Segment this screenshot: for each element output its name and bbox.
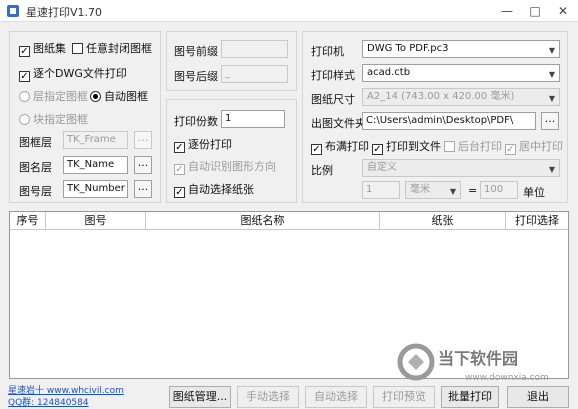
style-select[interactable]: acad.ctb ▼ — [362, 64, 560, 82]
checkbox-checked-icon: ✓ — [19, 71, 30, 82]
copies-input[interactable]: 1 — [221, 110, 285, 128]
chevron-down-icon: ▼ — [548, 165, 555, 174]
prefix-label: 图号前缀 — [174, 45, 218, 58]
number-layer-browse-button[interactable]: ... — [134, 180, 152, 198]
app-icon — [7, 5, 19, 17]
chevron-down-icon: ▼ — [548, 94, 555, 103]
background-print-checkbox[interactable]: 后台打印 — [444, 138, 502, 154]
output-folder-input[interactable]: C:\Users\admin\Desktop\PDF\ — [362, 112, 536, 130]
chevron-down-icon: ▼ — [449, 187, 456, 196]
exit-button[interactable]: 退出 — [507, 386, 569, 408]
block-frame-radio[interactable]: 块指定图框 — [19, 111, 88, 127]
scale-denominator-input[interactable]: 100 — [480, 181, 518, 199]
unit-label: 单位 — [523, 186, 545, 199]
manual-select-button[interactable]: 手动选择 — [237, 386, 299, 408]
printer-select[interactable]: DWG To PDF.pc3 ▼ — [362, 40, 560, 58]
paper-size-select[interactable]: A2_14 (743.00 x 420.00 毫米) ▼ — [362, 88, 560, 106]
checkbox-checked-icon: ✓ — [174, 187, 185, 198]
output-folder-browse-button[interactable]: ... — [541, 112, 559, 130]
name-layer-label: 图名层 — [19, 161, 52, 174]
auto-paper-checkbox[interactable]: ✓ 自动选择纸张 — [174, 181, 254, 198]
chevron-down-icon: ▼ — [548, 46, 555, 55]
sheet-set-checkbox[interactable]: ✓ 图纸集 — [19, 40, 66, 57]
window-title: 星速打印V1.70 — [26, 6, 103, 19]
column-header-paper[interactable]: 纸张 — [380, 212, 506, 230]
column-header-number[interactable]: 图号 — [46, 212, 146, 230]
scale-select[interactable]: 自定义 ▼ — [362, 159, 560, 177]
paper-size-label: 图纸尺寸 — [311, 93, 355, 106]
watermark-url: www.downxia.com — [465, 373, 549, 383]
checkbox-checked-icon: ✓ — [505, 144, 516, 155]
frame-layer-label: 图框层 — [19, 136, 52, 149]
checkbox-checked-icon: ✓ — [311, 144, 322, 155]
watermark-logo-icon — [397, 343, 435, 381]
checkbox-unchecked-icon — [72, 43, 83, 54]
column-header-index[interactable]: 序号 — [10, 212, 46, 230]
collate-checkbox[interactable]: ✓ 逐份打印 — [174, 136, 232, 153]
auto-orient-checkbox[interactable]: ✓ 自动识别图形方向 — [174, 158, 276, 175]
name-layer-browse-button[interactable]: ... — [134, 156, 152, 174]
sheet-manager-button[interactable]: 图纸管理... — [169, 386, 231, 408]
auto-frame-radio[interactable]: 自动图框 — [90, 88, 148, 104]
radio-off-icon — [19, 91, 30, 102]
watermark-brand: 当下软件园 — [438, 349, 519, 368]
prefix-input[interactable] — [221, 40, 288, 58]
title-bar: 星速打印V1.70 — □ ✕ — [0, 0, 578, 22]
maximize-button[interactable]: □ — [522, 0, 548, 22]
scale-label: 比例 — [311, 164, 333, 177]
batch-print-button[interactable]: 批量打印 — [441, 386, 499, 408]
checkbox-checked-icon: ✓ — [174, 164, 185, 175]
column-header-select[interactable]: 打印选择 — [506, 212, 568, 230]
equals-sign: = — [468, 184, 478, 197]
fit-print-checkbox[interactable]: ✓ 布满打印 — [311, 138, 369, 155]
output-folder-label: 出图文件夹 — [311, 117, 366, 130]
qq-group-link[interactable]: QQ群: 124840584 — [8, 395, 89, 408]
center-print-checkbox[interactable]: ✓ 居中打印 — [505, 138, 563, 155]
frame-layer-input[interactable]: TK_Frame — [63, 131, 128, 149]
radio-on-icon — [90, 91, 101, 102]
per-dwg-print-checkbox[interactable]: ✓ 逐个DWG文件打印 — [19, 65, 127, 82]
auto-select-button[interactable]: 自动选择 — [305, 386, 367, 408]
layer-frame-radio[interactable]: 层指定图框 — [19, 88, 88, 104]
checkbox-checked-icon: ✓ — [372, 144, 383, 155]
number-layer-label: 图号层 — [19, 185, 52, 198]
printer-label: 打印机 — [311, 45, 344, 58]
name-layer-input[interactable]: TK_Name — [63, 156, 128, 174]
minimize-button[interactable]: — — [494, 0, 520, 22]
suffix-label: 图号后缀 — [174, 70, 218, 83]
checkbox-checked-icon: ✓ — [19, 46, 30, 57]
suffix-input[interactable]: _ — [221, 65, 288, 83]
scale-numerator-input[interactable]: 1 — [362, 181, 400, 199]
number-layer-input[interactable]: TK_Number — [63, 180, 128, 198]
frame-layer-browse-button[interactable]: ... — [134, 131, 152, 149]
print-preview-button[interactable]: 打印预览 — [373, 386, 435, 408]
checkbox-unchecked-icon — [444, 141, 455, 152]
radio-off-icon — [19, 114, 30, 125]
checkbox-checked-icon: ✓ — [174, 142, 185, 153]
chevron-down-icon: ▼ — [548, 70, 555, 79]
any-closed-frame-checkbox[interactable]: 任意封闭图框 — [72, 40, 152, 56]
scale-unit-select[interactable]: 毫米 ▼ — [405, 181, 461, 199]
copies-label: 打印份数 — [174, 115, 218, 128]
print-to-file-checkbox[interactable]: ✓ 打印到文件 — [372, 138, 441, 155]
close-button[interactable]: ✕ — [550, 0, 576, 22]
style-label: 打印样式 — [311, 69, 355, 82]
column-header-name[interactable]: 图纸名称 — [146, 212, 380, 230]
table-header: 序号 图号 图纸名称 纸张 打印选择 — [10, 212, 568, 230]
